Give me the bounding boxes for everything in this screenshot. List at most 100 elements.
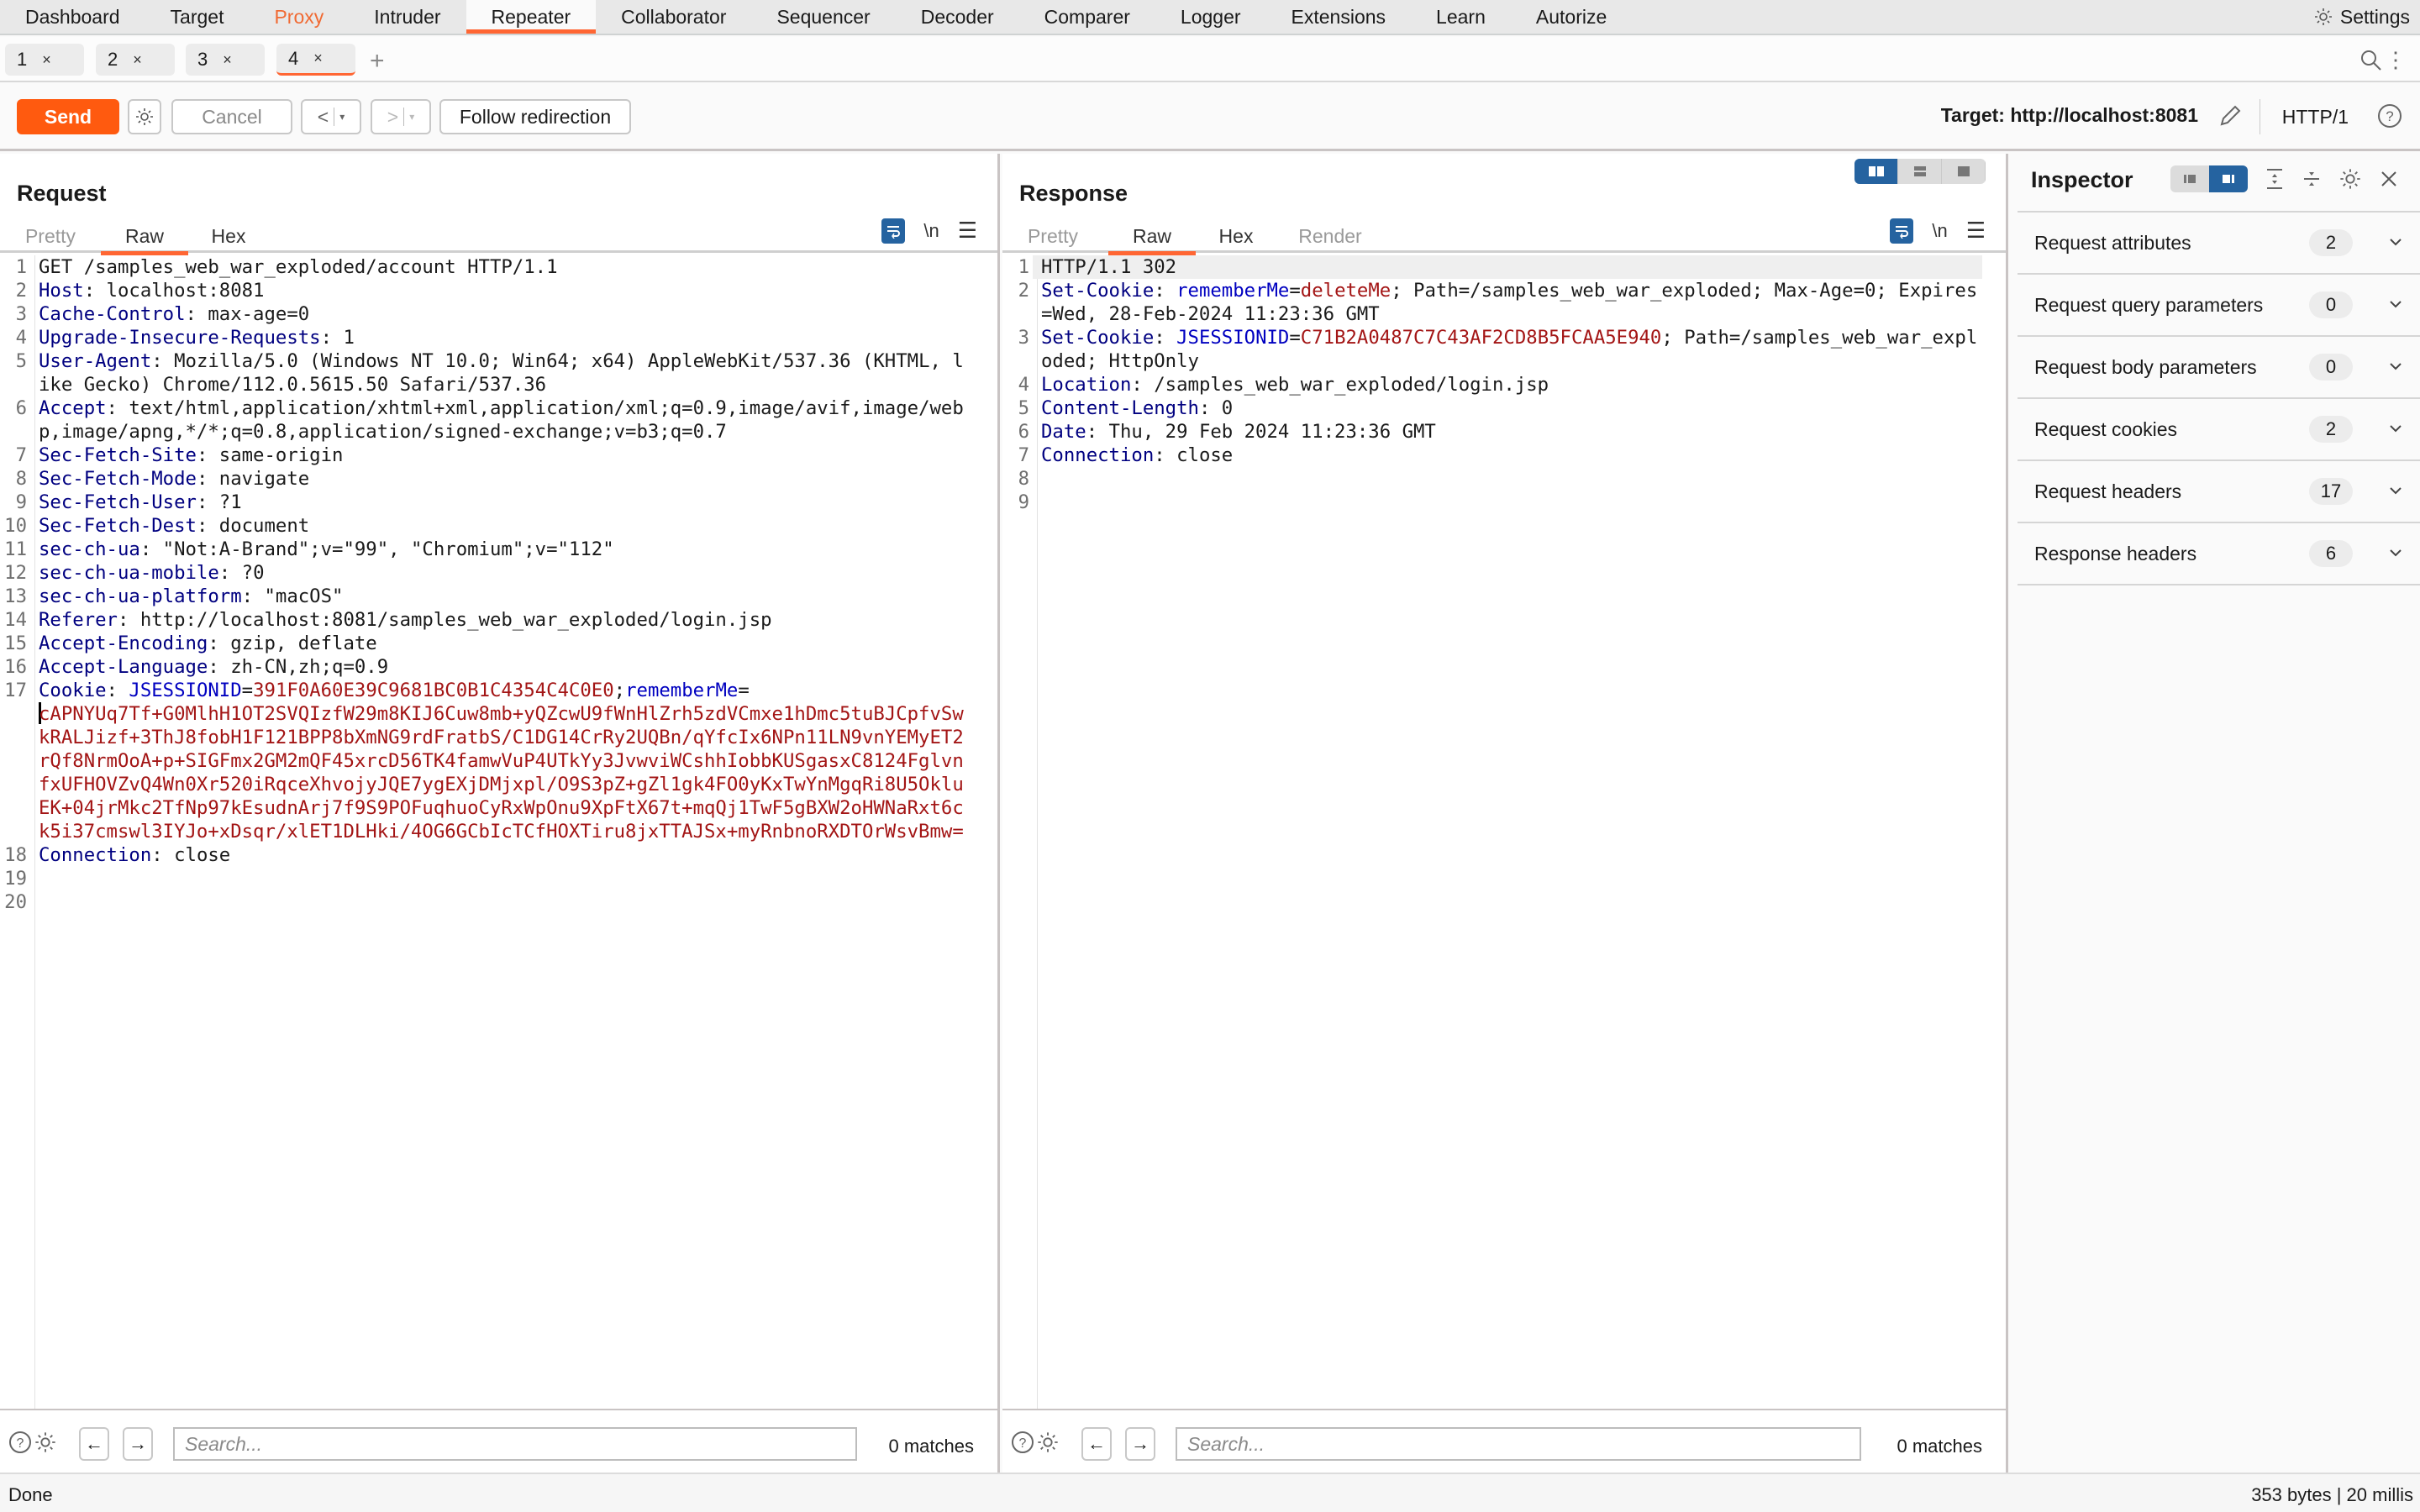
help-icon[interactable]: ? (1011, 1431, 1034, 1454)
editor-line[interactable]: 5 User-Agent: Mozilla/5.0 (Windows NT 10.… (0, 349, 997, 396)
inspector-section-request-body-parameters[interactable]: Request body parameters 0 (2018, 337, 2420, 399)
repeater-tab-1[interactable]: 1 × (5, 44, 84, 76)
response-search-input[interactable] (1176, 1427, 1861, 1461)
editor-line[interactable]: 4 Location: /samples_web_war_exploded/log… (1002, 373, 2006, 396)
cancel-button[interactable]: Cancel (171, 99, 292, 134)
inspector-layout-right-button[interactable] (2209, 165, 2248, 192)
more-options-icon[interactable]: ⋮ (2385, 47, 2407, 73)
editor-line[interactable]: 1 HTTP/1.1 302 (1002, 255, 2006, 279)
nav-decoder[interactable]: Decoder (896, 0, 1019, 34)
nav-collaborator[interactable]: Collaborator (596, 0, 751, 34)
editor-line[interactable]: 9 Sec-Fetch-User: ?1 (0, 491, 997, 514)
inspector-section-request-query-parameters[interactable]: Request query parameters 0 (2018, 275, 2420, 337)
editor-line[interactable]: 10 Sec-Fetch-Dest: document (0, 514, 997, 538)
editor-line[interactable]: 9 (1002, 491, 2006, 514)
editor-line[interactable]: 7 Sec-Fetch-Site: same-origin (0, 444, 997, 467)
tab-pretty[interactable]: Pretty (1011, 219, 1095, 253)
editor-line[interactable]: 4 Upgrade-Insecure-Requests: 1 (0, 326, 997, 349)
close-icon[interactable]: × (313, 50, 323, 67)
send-button[interactable]: Send (17, 99, 119, 134)
editor-line[interactable]: 8 (1002, 467, 2006, 491)
editor-line[interactable]: 8 Sec-Fetch-Mode: navigate (0, 467, 997, 491)
settings-button[interactable]: Settings (2288, 0, 2420, 34)
nav-intruder[interactable]: Intruder (349, 0, 466, 34)
tab-hex[interactable]: Hex (1204, 219, 1268, 253)
inspector-section-request-headers[interactable]: Request headers 17 (2018, 461, 2420, 523)
nav-dashboard[interactable]: Dashboard (0, 0, 145, 34)
show-newlines-toggle[interactable]: \n (1932, 220, 1947, 242)
layout-side-by-side-button[interactable] (1854, 159, 1898, 184)
editor-line[interactable]: 1 GET /samples_web_war_exploded/account H… (0, 255, 997, 279)
request-editor[interactable]: 1 GET /samples_web_war_exploded/account H… (0, 255, 997, 1409)
expand-all-icon[interactable] (2265, 167, 2285, 191)
inspector-section-request-attributes[interactable]: Request attributes 2 (2018, 213, 2420, 275)
editor-line[interactable]: 16 Accept-Language: zh-CN,zh;q=0.9 (0, 655, 997, 679)
editor-line[interactable]: 3 Cache-Control: max-age=0 (0, 302, 997, 326)
inspector-section-response-headers[interactable]: Response headers 6 (2018, 523, 2420, 585)
protocol-selector[interactable]: HTTP/1 (2282, 106, 2349, 129)
search-next-button[interactable]: → (123, 1427, 153, 1461)
nav-logger[interactable]: Logger (1155, 0, 1266, 34)
inspector-layout-left-button[interactable] (2170, 165, 2209, 192)
inspector-section-request-cookies[interactable]: Request cookies 2 (2018, 399, 2420, 461)
editor-menu-icon[interactable]: ☰ (958, 218, 977, 244)
tab-raw[interactable]: Raw (1108, 219, 1196, 255)
search-previous-button[interactable]: ← (79, 1427, 109, 1461)
nav-autorize[interactable]: Autorize (1511, 0, 1632, 34)
editor-line[interactable]: 20 (0, 890, 997, 914)
help-icon[interactable]: ? (2376, 102, 2403, 129)
nav-repeater[interactable]: Repeater (466, 0, 597, 34)
show-newlines-toggle[interactable]: \n (923, 220, 939, 242)
nav-extensions[interactable]: Extensions (1266, 0, 1412, 34)
nav-learn[interactable]: Learn (1411, 0, 1511, 34)
close-icon[interactable]: × (42, 51, 51, 69)
follow-redirection-button[interactable]: Follow redirection (439, 99, 631, 134)
search-next-button[interactable]: → (1125, 1427, 1155, 1461)
nav-proxy[interactable]: Proxy (249, 0, 349, 34)
gear-icon[interactable] (1036, 1431, 1060, 1454)
nav-sequencer[interactable]: Sequencer (751, 0, 895, 34)
editor-line[interactable]: 19 (0, 867, 997, 890)
tab-raw[interactable]: Raw (101, 219, 188, 255)
nav-target[interactable]: Target (145, 0, 250, 34)
editor-line[interactable]: 3 Set-Cookie: JSESSIONID=C71B2A0487C7C43A… (1002, 326, 2006, 373)
editor-line[interactable]: 6 Date: Thu, 29 Feb 2024 11:23:36 GMT (1002, 420, 2006, 444)
close-icon[interactable] (2379, 169, 2399, 189)
tab-render[interactable]: Render (1280, 219, 1381, 253)
tab-pretty[interactable]: Pretty (8, 219, 92, 253)
editor-line[interactable]: 7 Connection: close (1002, 444, 2006, 467)
editor-line[interactable]: 6 Accept: text/html,application/xhtml+xml… (0, 396, 997, 444)
history-forward-button[interactable]: > ▾ (371, 99, 431, 134)
editor-line[interactable]: 14 Referer: http://localhost:8081/samples… (0, 608, 997, 632)
repeater-tab-3[interactable]: 3 × (186, 44, 265, 76)
word-wrap-icon[interactable] (1890, 218, 1914, 244)
editor-line[interactable]: 15 Accept-Encoding: gzip, deflate (0, 632, 997, 655)
close-icon[interactable]: × (223, 51, 232, 69)
repeater-tab-4[interactable]: 4 × (276, 44, 355, 76)
editor-line[interactable]: 2 Set-Cookie: rememberMe=deleteMe; Path=/… (1002, 279, 2006, 326)
word-wrap-icon[interactable] (881, 218, 906, 244)
layout-tabbed-button[interactable] (1942, 159, 1986, 184)
help-icon[interactable]: ? (8, 1431, 32, 1454)
close-icon[interactable]: × (133, 51, 142, 69)
collapse-all-icon[interactable] (2302, 167, 2322, 191)
search-previous-button[interactable]: ← (1081, 1427, 1112, 1461)
editor-line[interactable]: 5 Content-Length: 0 (1002, 396, 2006, 420)
gear-icon[interactable] (34, 1431, 57, 1454)
request-search-input[interactable] (173, 1427, 857, 1461)
edit-target-icon[interactable] (2217, 102, 2244, 129)
editor-line[interactable]: 11 sec-ch-ua: "Not:A-Brand";v="99", "Chro… (0, 538, 997, 561)
repeater-tab-2[interactable]: 2 × (96, 44, 175, 76)
send-options-button[interactable] (128, 99, 161, 134)
response-editor[interactable]: 1 HTTP/1.1 302 2 Set-Cookie: rememberMe=del… (1002, 255, 2006, 1409)
editor-line[interactable]: 12 sec-ch-ua-mobile: ?0 (0, 561, 997, 585)
search-icon[interactable] (2360, 49, 2383, 72)
gear-icon[interactable] (2338, 167, 2362, 191)
layout-stacked-button[interactable] (1898, 159, 1942, 184)
history-back-button[interactable]: < ▾ (301, 99, 361, 134)
editor-line[interactable]: 2 Host: localhost:8081 (0, 279, 997, 302)
editor-line[interactable]: 18 Connection: close (0, 843, 997, 867)
editor-line[interactable]: 13 sec-ch-ua-platform: "macOS" (0, 585, 997, 608)
editor-menu-icon[interactable]: ☰ (1966, 218, 1986, 244)
editor-line[interactable]: 17 Cookie: JSESSIONID=391F0A60E39C9681BC0… (0, 679, 997, 843)
